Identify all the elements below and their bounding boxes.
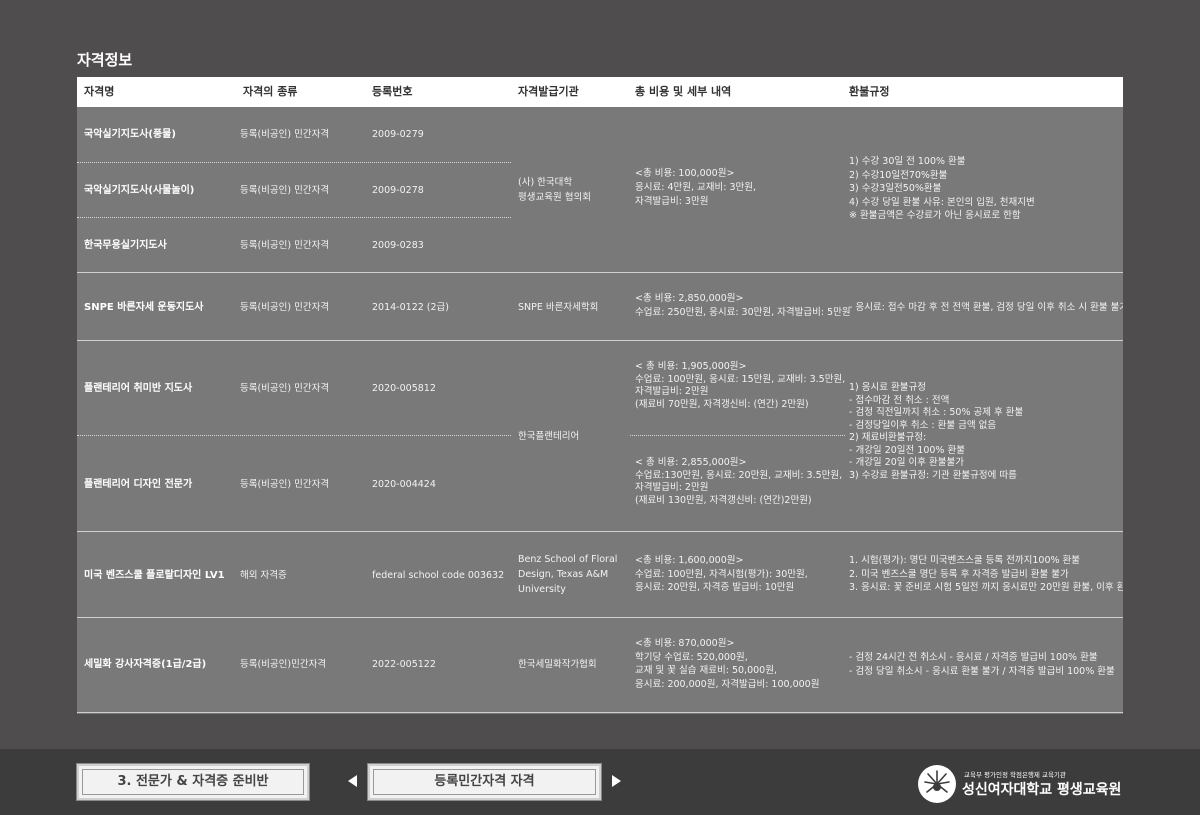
university-emblem-icon xyxy=(918,765,956,803)
university-logo: 교육부 평가인정 학점은행제 교육기관 성신여자대학교 평생교육원 xyxy=(918,765,1128,803)
header-type: 자격의 종류 xyxy=(243,85,298,98)
logo-title: 성신여자대학교 평생교육원 xyxy=(962,782,1122,798)
row-type: 등록(비공인) 민간자격 xyxy=(240,479,330,490)
current-category-button[interactable]: 등록민간자격 자격 xyxy=(367,763,602,801)
table-header: 자격명 자격의 종류 등록번호 자격발급기관 총 비용 및 세부 내역 환불규정 xyxy=(77,77,1123,107)
row-divider xyxy=(77,217,511,218)
refund-korea-music: 1) 수강 30일 전 100% 환불 2) 수강10일전70%환불 3) 수강… xyxy=(849,156,1035,221)
row-reg: 2020-004424 xyxy=(372,479,436,490)
issuer-snpe: SNPE 바른자세학회 xyxy=(518,302,599,313)
row-name: 국악실기지도사(사물놀이) xyxy=(84,185,195,196)
row-name: 한국무용실기지도사 xyxy=(84,240,167,251)
row-type: 등록(비공인) 민간자격 xyxy=(240,240,330,251)
prev-category-button[interactable]: 3. 전문가 & 자격증 준비반 xyxy=(76,763,310,801)
header-name: 자격명 xyxy=(84,85,115,98)
header-reg: 등록번호 xyxy=(372,85,413,98)
cost-planterior-hobby: < 총 비용: 1,905,000원> 수업료: 100만원, 응시료: 15만… xyxy=(635,361,846,410)
refund-benz: 1. 시험(평가): 명단 미국벤즈스쿨 등록 전까지100% 환불 2. 미국… xyxy=(849,555,1123,593)
row-name: 플랜테리어 디자인 전문가 xyxy=(84,479,193,490)
row-reg: 2022-005122 xyxy=(372,659,436,670)
refund-planterior: 1) 응시료 환불규정 - 접수마감 전 취소 : 전액 - 검정 직전일까지 … xyxy=(849,382,1024,481)
cost-botanical: <총 비용: 870,000원> 학기당 수업료: 520,000원, 교재 및… xyxy=(635,638,820,690)
row-type: 등록(비공인)민간자격 xyxy=(240,659,327,670)
issuer-benz: Benz School of Floral Design, Texas A&M … xyxy=(518,554,618,595)
row-reg: federal school code 003632 xyxy=(372,570,505,581)
row-divider xyxy=(77,162,511,163)
group-divider xyxy=(77,617,1123,618)
row-type: 등록(비공인) 민간자격 xyxy=(240,185,330,196)
row-reg: 2014-0122 (2급) xyxy=(372,302,449,313)
header-refund: 환불규정 xyxy=(849,85,890,98)
row-name: 미국 벤즈스쿨 플로랄디자인 LV1 xyxy=(84,570,225,581)
row-divider xyxy=(77,435,511,436)
header-issuer: 자격발급기관 xyxy=(518,85,579,98)
issuer-planterior: 한국플랜테리어 xyxy=(518,431,580,442)
cost-benz: <총 비용: 1,600,000원> 수업료: 100만원, 자격시험(평가):… xyxy=(635,555,808,593)
row-name: 국악실기지도사(풍물) xyxy=(84,129,176,140)
logo-subtitle: 교육부 평가인정 학점은행제 교육기관 xyxy=(964,771,1066,779)
cost-snpe: <총 비용: 2,850,000원> 수업료: 250만원, 응시료: 30만원… xyxy=(635,293,851,318)
section-title: 자격정보 xyxy=(77,51,133,69)
row-type: 해외 자격증 xyxy=(240,570,287,581)
group-divider xyxy=(77,272,1123,273)
refund-botanical: - 검정 24시간 전 취소시 - 응시료 / 자격증 발급비 100% 환불 … xyxy=(849,652,1115,677)
next-arrow-icon[interactable] xyxy=(612,775,621,787)
table-bottom-border xyxy=(77,712,1123,713)
row-type: 등록(비공인) 민간자격 xyxy=(240,383,330,394)
footer-nav: 3. 전문가 & 자격증 준비반 등록민간자격 자격 교육부 평가인정 학점은행… xyxy=(0,749,1200,815)
qualification-table: 자격명 자격의 종류 등록번호 자격발급기관 총 비용 및 세부 내역 환불규정… xyxy=(77,77,1123,714)
row-reg: 2009-0279 xyxy=(372,129,424,140)
row-name: 플랜테리어 취미반 지도사 xyxy=(84,383,193,394)
row-reg: 2009-0278 xyxy=(372,185,424,196)
group-divider xyxy=(77,340,1123,341)
group-divider xyxy=(77,531,1123,532)
row-reg: 2009-0283 xyxy=(372,240,424,251)
issuer-korea-music: (사) 한국대학 평생교육원 협의회 xyxy=(518,177,591,203)
prev-arrow-icon[interactable] xyxy=(348,775,357,787)
row-name: 세밀화 강사자격증(1급/2급) xyxy=(84,659,207,670)
issuer-botanical: 한국세밀화작가협회 xyxy=(518,659,597,670)
cost-korea-music: <총 비용: 100,000원> 응시료: 4만원, 교재비: 3만원, 자격발… xyxy=(635,168,756,207)
row-type: 등록(비공인) 민간자격 xyxy=(240,302,330,313)
row-type: 등록(비공인) 민간자격 xyxy=(240,129,330,140)
cost-planterior-design: < 총 비용: 2,855,000원> 수업료:130만원, 응시료: 20만원… xyxy=(635,457,843,506)
row-divider xyxy=(630,435,845,436)
refund-snpe: - 응시료: 접수 마감 후 전 전액 환불, 검정 당일 이후 취소 시 환불… xyxy=(849,302,1123,313)
row-name: SNPE 바른자세 운동지도사 xyxy=(84,302,204,313)
header-cost: 총 비용 및 세부 내역 xyxy=(635,85,732,98)
row-reg: 2020-005812 xyxy=(372,383,436,394)
